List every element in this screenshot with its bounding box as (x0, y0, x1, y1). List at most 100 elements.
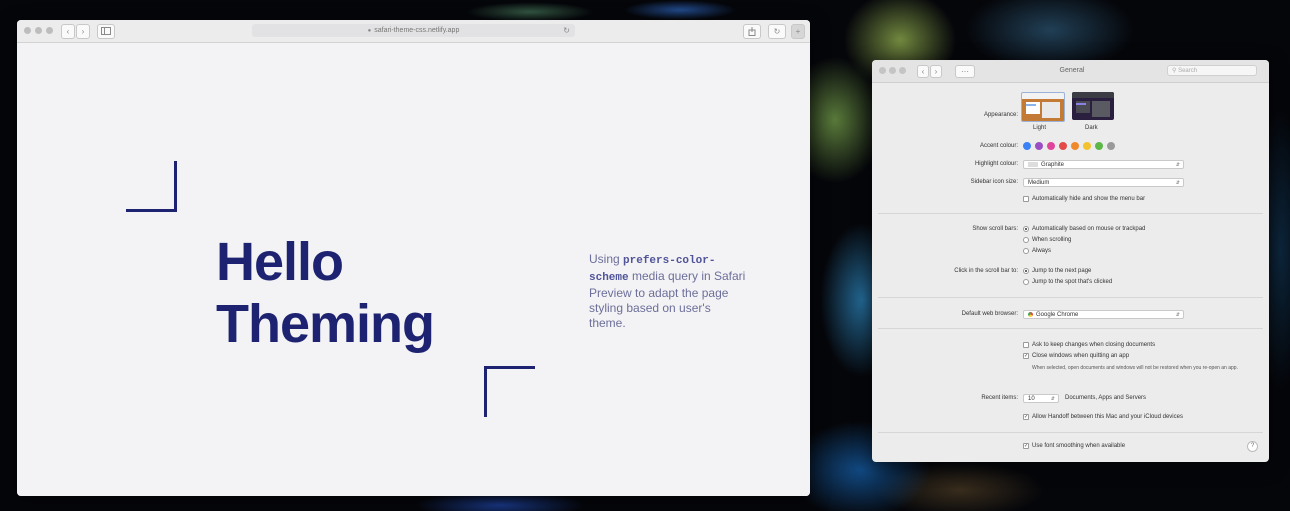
scroll-when-scrolling-radio[interactable] (1023, 237, 1029, 243)
chevron-left-icon: ‹ (921, 67, 925, 76)
highlight-colour-value: Graphite (1041, 162, 1065, 168)
search-icon: ⚲ (1172, 68, 1177, 74)
handoff-checkbox[interactable]: ✓ (1023, 414, 1029, 420)
jump-spot-label: Jump to the spot that's clicked (1032, 279, 1113, 285)
reload-icon[interactable]: ↻ (563, 24, 570, 37)
sidebar-icon-size-label: Sidebar icon size: (970, 179, 1018, 185)
divider (878, 213, 1263, 214)
heading-line-1: Hello (216, 232, 344, 292)
chrome-icon (1028, 311, 1033, 317)
accent-colour-swatch[interactable] (1095, 142, 1103, 150)
appearance-dark-label: Dark (1085, 125, 1098, 131)
prefs-title: General (1059, 67, 1085, 74)
refresh-icon: ↻ (773, 27, 781, 36)
chevron-updown-icon: ⇵ (1050, 396, 1055, 402)
appearance-label: Appearance: (983, 112, 1018, 118)
accent-colour-swatch[interactable] (1059, 142, 1067, 150)
appearance-light-option[interactable] (1021, 92, 1065, 122)
menubar-autohide-checkbox[interactable] (1023, 196, 1029, 202)
search-field[interactable]: ⚲ Search (1167, 65, 1257, 76)
default-browser-value: Google Chrome (1036, 312, 1079, 318)
zoom-window-button[interactable] (899, 67, 906, 74)
description-text: Using (589, 252, 624, 266)
close-window-button[interactable] (24, 27, 31, 34)
accent-colour-swatch[interactable] (1107, 142, 1115, 150)
appearance-dark-option[interactable] (1072, 92, 1114, 120)
highlight-swatch (1028, 161, 1038, 167)
scroll-always-radio[interactable] (1023, 248, 1029, 254)
grid-icon: ⋯ (961, 67, 969, 76)
help-button[interactable]: ? (1247, 441, 1258, 452)
share-button[interactable] (743, 24, 761, 39)
accent-colour-swatch[interactable] (1083, 142, 1091, 150)
divider (878, 297, 1263, 298)
heading-line-2: Theming (216, 294, 435, 354)
chevron-updown-icon: ⇵ (1175, 312, 1180, 318)
recent-items-suffix: Documents, Apps and Servers (1065, 395, 1147, 401)
jump-spot-radio[interactable] (1023, 279, 1029, 285)
font-smoothing-checkbox[interactable]: ✓ (1023, 443, 1029, 449)
plus-icon: + (795, 27, 801, 36)
dark-theme-thumbnail (1072, 92, 1114, 120)
tabs-overview-button[interactable]: ↻ (768, 24, 786, 39)
light-theme-thumbnail (1022, 93, 1064, 121)
jump-next-page-label: Jump to the next page (1032, 268, 1092, 274)
accent-colour-swatch[interactable] (1047, 142, 1055, 150)
url-text: safari-theme-css.netlify.app (374, 27, 460, 34)
jump-next-page-radio[interactable] (1023, 268, 1029, 274)
appearance-light-label: Light (1033, 125, 1047, 131)
scroll-auto-label: Automatically based on mouse or trackpad (1032, 226, 1146, 232)
ask-keep-changes-checkbox[interactable] (1023, 342, 1029, 348)
scroll-when-scrolling-label: When scrolling (1032, 237, 1072, 243)
zoom-window-button[interactable] (46, 27, 53, 34)
close-window-button[interactable] (879, 67, 886, 74)
handoff-label: Allow Handoff between this Mac and your … (1032, 414, 1183, 420)
highlight-colour-select[interactable]: Graphite ⇵ (1023, 160, 1184, 169)
close-windows-label: Close windows when quitting an app (1032, 353, 1130, 359)
scroll-always-label: Always (1032, 248, 1052, 254)
forward-button[interactable]: › (930, 65, 942, 78)
corner-bracket-bottom (484, 366, 535, 417)
safari-window: ‹ › ● safari-theme-css.netlify.app ↻ ↻ + … (17, 20, 810, 496)
chevron-updown-icon: ⇵ (1175, 180, 1180, 186)
show-scroll-bars-label: Show scroll bars: (972, 226, 1018, 232)
web-page: Hello Theming Using prefers-color-scheme… (17, 43, 810, 496)
lock-icon: ● (367, 28, 372, 34)
share-icon (748, 27, 756, 36)
recent-items-select[interactable]: 10 ⇵ (1023, 394, 1059, 403)
close-windows-note: When selected, open documents and window… (1032, 365, 1238, 371)
highlight-colour-label: Highlight colour: (974, 161, 1018, 167)
system-preferences-window: ‹ › ⋯ General ⚲ Search Appearance: Light… (872, 60, 1269, 462)
default-browser-select[interactable]: Google Chrome ⇵ (1023, 310, 1184, 319)
accent-colour-swatch[interactable] (1071, 142, 1079, 150)
chevron-right-icon: › (934, 67, 938, 76)
ask-keep-changes-label: Ask to keep changes when closing documen… (1032, 342, 1156, 348)
scroll-auto-radio[interactable] (1023, 226, 1029, 232)
default-browser-label: Default web browser: (961, 311, 1018, 317)
address-bar[interactable]: ● safari-theme-css.netlify.app ↻ (252, 24, 575, 37)
search-placeholder: Search (1178, 68, 1198, 74)
back-button[interactable]: ‹ (61, 24, 75, 39)
sidebar-icon-size-select[interactable]: Medium ⇵ (1023, 178, 1184, 187)
accent-colour-swatch[interactable] (1035, 142, 1043, 150)
page-heading: Hello Theming (216, 231, 435, 355)
chevron-left-icon: ‹ (66, 27, 70, 36)
desktop-wallpaper: ‹ › ● safari-theme-css.netlify.app ↻ ↻ + … (0, 0, 1290, 511)
help-icon: ? (1250, 443, 1255, 449)
minimize-window-button[interactable] (889, 67, 896, 74)
forward-button[interactable]: › (76, 24, 90, 39)
new-tab-button[interactable]: + (791, 24, 805, 39)
accent-colour-swatch[interactable] (1023, 142, 1031, 150)
close-windows-checkbox[interactable]: ✓ (1023, 353, 1029, 359)
menubar-autohide-label: Automatically hide and show the menu bar (1032, 196, 1146, 202)
divider (878, 328, 1263, 329)
sidebar-toggle-button[interactable] (97, 24, 115, 39)
back-button[interactable]: ‹ (917, 65, 929, 78)
safari-toolbar: ‹ › ● safari-theme-css.netlify.app ↻ ↻ + (17, 20, 810, 43)
click-scroll-bar-label: Click in the scroll bar to: (954, 268, 1018, 274)
chevron-updown-icon: ⇵ (1175, 162, 1180, 168)
corner-bracket-top (126, 161, 177, 212)
show-all-button[interactable]: ⋯ (955, 65, 975, 78)
minimize-window-button[interactable] (35, 27, 42, 34)
chevron-right-icon: › (81, 27, 85, 36)
